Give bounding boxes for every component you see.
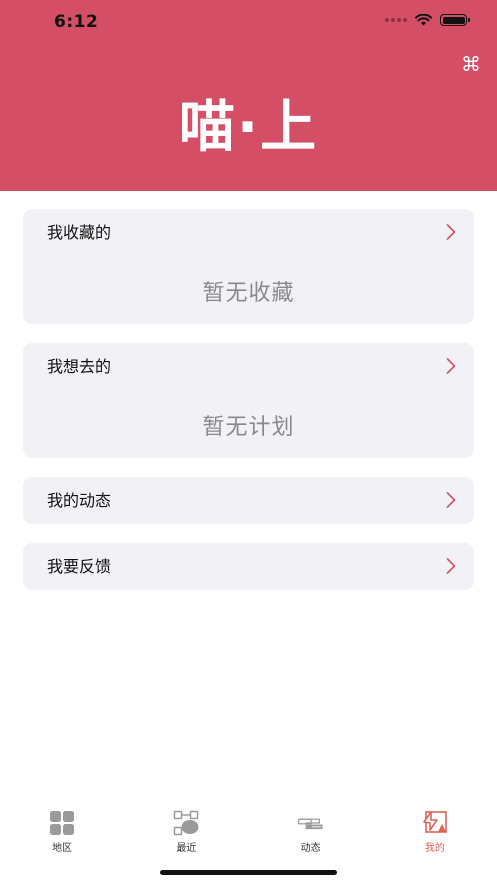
- tab-dynamic[interactable]: 动态: [249, 800, 373, 860]
- status-time: 6:12: [54, 12, 99, 32]
- favorites-empty-text: 暂无收藏: [202, 281, 295, 306]
- profile-icon: [423, 811, 447, 833]
- chevron-right-icon: [446, 358, 456, 374]
- favorites-title: 我收藏的: [47, 223, 112, 242]
- command-icon[interactable]: ⌘: [461, 52, 481, 76]
- tab-label: 动态: [300, 843, 321, 854]
- recent-icon: [174, 810, 199, 836]
- tab-label: 地区: [52, 843, 73, 854]
- tab-region[interactable]: 地区: [0, 800, 124, 860]
- want-to-go-card[interactable]: 我想去的 暂无计划: [23, 343, 474, 458]
- feedback-card[interactable]: 我要反馈: [23, 543, 474, 590]
- my-posts-title: 我的动态: [47, 491, 112, 510]
- status-indicators: [385, 14, 470, 26]
- wifi-icon: [415, 14, 432, 26]
- tab-bar: 地区 最近 动态 我的: [0, 800, 497, 860]
- header: 6:12 ⌘ 喵·上: [0, 0, 497, 191]
- want-to-go-title: 我想去的: [47, 357, 112, 376]
- tab-label: 我的: [424, 843, 445, 854]
- cellular-signal-icon: [385, 18, 407, 22]
- tab-recent[interactable]: 最近: [124, 800, 248, 860]
- home-indicator[interactable]: [160, 870, 337, 875]
- grid-icon: [50, 811, 75, 835]
- chevron-right-icon: [446, 558, 456, 574]
- want-to-go-empty-text: 暂无计划: [202, 415, 295, 440]
- favorites-card[interactable]: 我收藏的 暂无收藏: [23, 209, 474, 324]
- app-title: 喵·上: [178, 95, 319, 160]
- tab-label: 最近: [176, 843, 197, 854]
- dynamic-icon: [297, 818, 323, 830]
- tab-profile[interactable]: 我的: [373, 800, 497, 860]
- feedback-title: 我要反馈: [47, 557, 112, 576]
- my-posts-card[interactable]: 我的动态: [23, 477, 474, 524]
- chevron-right-icon: [446, 224, 456, 240]
- battery-icon: [440, 14, 470, 26]
- chevron-right-icon: [446, 492, 456, 508]
